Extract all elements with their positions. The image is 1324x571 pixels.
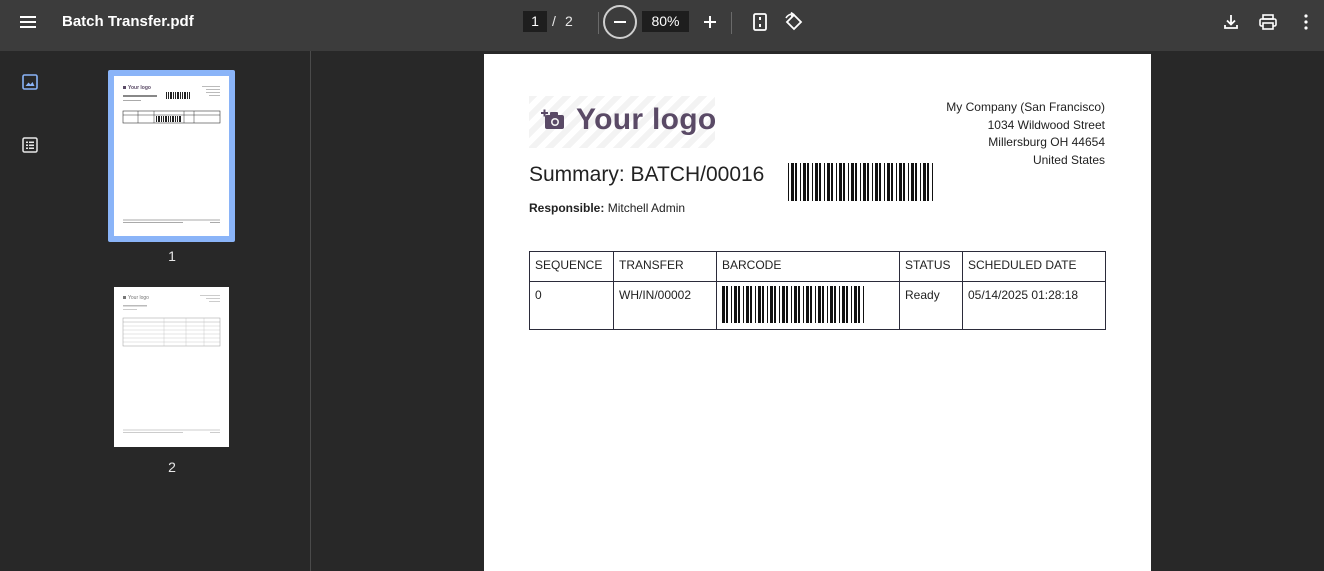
zoom-level-input[interactable]: 80% [642, 11, 689, 32]
summary-title: Summary: BATCH/00016 [529, 163, 765, 186]
rotate-icon[interactable] [777, 5, 811, 39]
print-icon[interactable] [1251, 5, 1285, 39]
camera-add-icon [541, 109, 564, 129]
table-header-row: SEQUENCE TRANSFER BARCODE STATUS SCHEDUL… [529, 251, 1106, 282]
cell-status: Ready [899, 281, 963, 330]
company-name: My Company (San Francisco) [946, 100, 1105, 114]
column-header-sequence: SEQUENCE [529, 251, 614, 282]
transfers-table: SEQUENCE TRANSFER BARCODE STATUS SCHEDUL… [529, 251, 1106, 330]
cell-scheduled-date: 05/14/2025 01:28:18 [962, 281, 1106, 330]
batch-barcode [788, 163, 933, 201]
logo-text: Your logo [576, 103, 717, 136]
fit-page-icon[interactable] [743, 5, 777, 39]
thumbnail-view-icon[interactable] [16, 68, 44, 96]
zoom-in-icon[interactable] [693, 5, 727, 39]
company-address: My Company (San Francisco) 1034 Wildwood… [946, 99, 1105, 169]
thumbnail-page-number: 2 [168, 459, 176, 475]
download-icon[interactable] [1214, 5, 1248, 39]
pdf-page: Your logo My Company (San Francisco) 103… [484, 54, 1151, 571]
transfer-barcode [722, 286, 864, 323]
total-pages: 2 [565, 13, 573, 29]
thumbnail-page-preview: Your logo [114, 287, 229, 447]
responsible-line: Responsible: Mitchell Admin [529, 201, 685, 215]
company-street: 1034 Wildwood Street [987, 117, 1105, 132]
thumbnail-page-preview: Your logo [114, 76, 229, 236]
menu-icon[interactable] [12, 5, 46, 39]
page-thumbnail-1[interactable]: Your logo [108, 70, 235, 242]
current-page-input[interactable]: 1 [523, 11, 547, 32]
column-header-scheduled-date: SCHEDULED DATE [962, 251, 1106, 282]
toolbar-divider [598, 12, 599, 34]
responsible-value: Mitchell Admin [607, 201, 686, 215]
column-header-transfer: TRANSFER [613, 251, 717, 282]
toolbar-divider [731, 12, 732, 34]
document-title: Batch Transfer.pdf [62, 13, 194, 30]
cell-transfer: WH/IN/00002 [613, 281, 717, 330]
thumbnail-page-number: 1 [168, 248, 176, 264]
thumbnail-logo-text: Your logo [128, 295, 149, 301]
responsible-label: Responsible: [529, 201, 605, 215]
company-country: United States [1032, 152, 1105, 167]
more-icon[interactable] [1289, 5, 1323, 39]
column-header-barcode: BARCODE [716, 251, 900, 282]
thumbnail-sidebar: Your logo 1 Your logo 2 [0, 51, 311, 571]
cell-barcode [716, 281, 900, 330]
thumbnail-logo-text: Your logo [128, 85, 151, 91]
page-thumbnail-2[interactable]: Your logo [114, 287, 229, 447]
table-row: 0 WH/IN/00002 Ready 05/14/2025 01:28:18 [529, 281, 1106, 330]
zoom-out-icon[interactable] [603, 5, 637, 39]
column-header-status: STATUS [899, 251, 963, 282]
company-logo: Your logo [529, 96, 717, 148]
company-city: Millersburg OH 44654 [988, 135, 1105, 149]
cell-sequence: 0 [529, 281, 614, 330]
page-separator: / [552, 13, 556, 29]
pdf-toolbar: Batch Transfer.pdf 1 / 2 80% [0, 0, 1324, 51]
outline-view-icon[interactable] [16, 131, 44, 159]
